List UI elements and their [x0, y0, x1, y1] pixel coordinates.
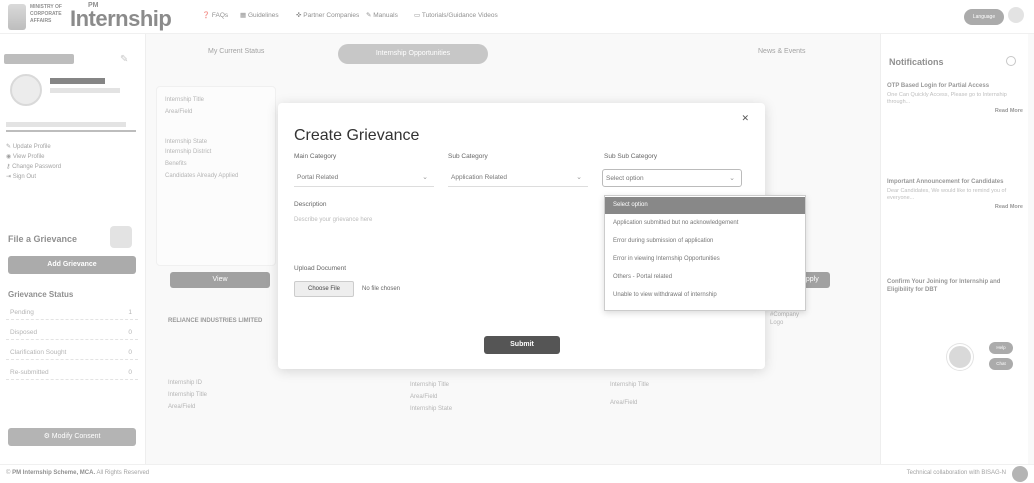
chevron-down-icon: ⌄: [576, 174, 582, 181]
sub-category-label: Sub Category: [448, 153, 488, 160]
close-icon[interactable]: ✕: [741, 113, 749, 124]
sub-category-select[interactable]: Application Related ⌄: [448, 169, 588, 187]
choose-file-button[interactable]: Choose File: [294, 281, 354, 297]
modal-title: Create Grievance: [294, 127, 420, 144]
dropdown-option[interactable]: Error during submission of application: [605, 233, 805, 250]
submit-button[interactable]: Submit: [484, 336, 560, 354]
sub-sub-category-dropdown: Select option Application submitted but …: [604, 195, 806, 311]
main-category-select[interactable]: Portal Related ⌄: [294, 169, 434, 187]
dropdown-option[interactable]: Select option: [605, 197, 805, 214]
dropdown-option[interactable]: Others - Portal related: [605, 269, 805, 286]
sub-category-value: Application Related: [451, 174, 508, 181]
no-file-chosen-text: No file chosen: [362, 286, 401, 292]
sub-sub-category-value: Select option: [606, 175, 644, 182]
dropdown-option[interactable]: Unable to view withdrawal of internship: [605, 287, 805, 304]
description-textarea[interactable]: Describe your grievance here: [294, 217, 494, 231]
main-category-label: Main Category: [294, 153, 337, 160]
description-label: Description: [294, 201, 327, 208]
dropdown-option[interactable]: Error in viewing Internship Opportunitie…: [605, 251, 805, 268]
dropdown-option[interactable]: Application submitted but no acknowledge…: [605, 215, 805, 232]
sub-sub-category-label: Sub Sub Category: [604, 153, 658, 160]
chevron-down-icon: ⌄: [729, 175, 735, 182]
upload-document-label: Upload Document: [294, 265, 347, 272]
chevron-down-icon: ⌄: [422, 174, 428, 181]
main-category-value: Portal Related: [297, 174, 339, 181]
sub-sub-category-select[interactable]: Select option ⌄: [602, 169, 742, 187]
